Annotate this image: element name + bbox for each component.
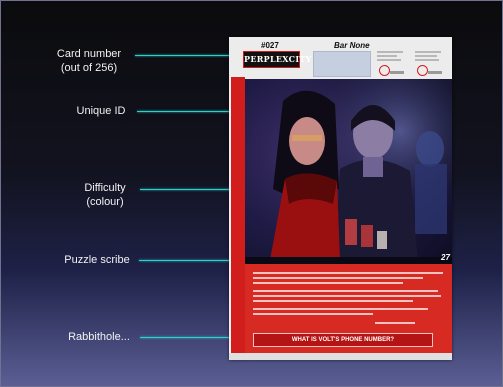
card-footer [229, 353, 452, 360]
callout-unique-id: Unique ID [76, 105, 126, 117]
leader-difficulty [140, 189, 232, 190]
seal-icon [417, 65, 428, 76]
callout-difficulty: Difficulty (colour) [70, 181, 140, 209]
callout-card-number-line2: (out of 256) [60, 62, 118, 74]
callout-puzzle-scribe: Puzzle scribe [64, 254, 130, 266]
card-name: Bar None [334, 41, 370, 50]
card-artwork [245, 79, 452, 287]
callout-card-number: Card number (out of 256) [44, 47, 134, 75]
card-header: #027 Bar None PERPLEXCITY [229, 37, 452, 79]
callout-difficulty-line1: Difficulty [84, 182, 126, 194]
info-block-right [415, 49, 445, 76]
info-block-left [377, 49, 407, 76]
callout-card-number-line1: Card number [56, 48, 122, 60]
puzzle-scribe-number: 27 [441, 253, 450, 262]
puzzle-card: #027 Bar None PERPLEXCITY 27 WHAT IS VOL… [229, 37, 452, 360]
answer-prompt: WHAT IS VOLT'S PHONE NUMBER? [253, 333, 433, 347]
callout-rabbithole: Rabbithole... [68, 331, 130, 343]
difficulty-colour-strip [231, 77, 245, 357]
card-number: #027 [261, 41, 279, 50]
artwork-illustration [245, 79, 452, 287]
unique-id-box [313, 51, 371, 77]
callout-difficulty-line2: (colour) [86, 196, 124, 208]
perplexcity-logo: PERPLEXCITY [243, 51, 311, 68]
seal-icon [379, 65, 390, 76]
